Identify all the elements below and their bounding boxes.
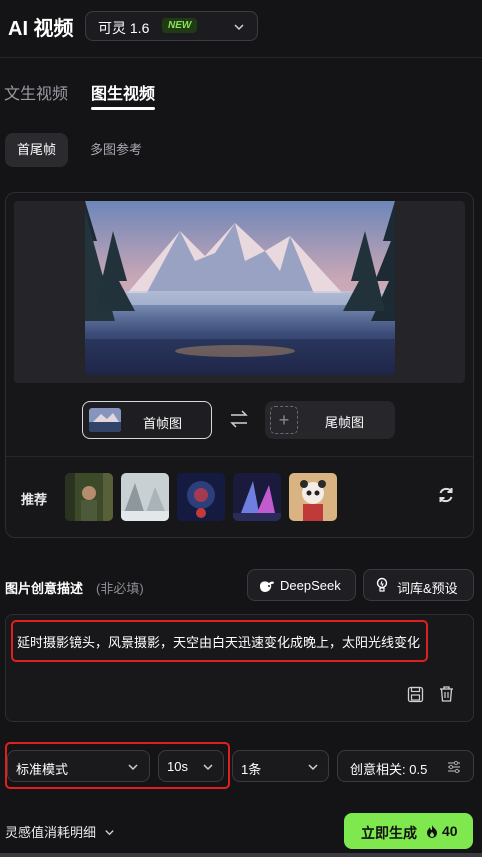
first-frame-label: 首帧图 <box>143 416 183 431</box>
chevron-down-icon <box>104 830 114 836</box>
prompt-text: 延时摄影镜头，风景摄影，天空由白天迅速变化成晚上，太阳光线变化 <box>17 635 421 650</box>
duration-select[interactable]: 10s <box>158 750 224 782</box>
duration-value: 10s <box>167 759 188 774</box>
library-presets-button[interactable]: 词库&预设 <box>363 569 474 601</box>
flame-icon <box>427 825 437 838</box>
generate-button[interactable]: 立即生成 40 <box>344 813 473 849</box>
last-frame-button[interactable]: + 尾帧图 <box>265 401 395 439</box>
tab-image-to-video[interactable]: 图生视频 <box>91 80 155 104</box>
deepseek-label: DeepSeek <box>280 578 341 593</box>
active-tab-indicator <box>91 107 155 110</box>
model-name: 可灵 1.6 <box>98 20 150 36</box>
first-frame-thumbnail <box>89 408 121 432</box>
recommend-thumb-2[interactable] <box>121 473 169 521</box>
count-select[interactable]: 1条 <box>232 750 329 782</box>
mode-value: 标准模式 <box>16 762 69 777</box>
deepseek-whale-icon <box>260 581 274 592</box>
first-frame-button[interactable]: 首帧图 <box>82 401 212 439</box>
description-label: 图片创意描述 <box>5 581 84 596</box>
cost-details-toggle[interactable]: 灵感值消耗明细 <box>5 822 115 841</box>
bottom-edge <box>0 853 482 857</box>
subtab-multi-image[interactable]: 多图参考 <box>78 133 154 167</box>
generate-cost: 40 <box>442 823 458 839</box>
library-presets-label: 词库&预设 <box>397 581 458 596</box>
mode-select[interactable]: 标准模式 <box>7 750 150 782</box>
save-icon[interactable] <box>407 686 424 703</box>
chevron-down-icon <box>234 24 244 31</box>
page-title: AI 视频 <box>8 18 74 40</box>
refresh-icon[interactable] <box>436 485 456 505</box>
chevron-down-icon <box>128 764 138 771</box>
relevance-value: 创意相关: 0.5 <box>350 762 428 777</box>
cost-details-label: 灵感值消耗明细 <box>5 825 97 840</box>
deepseek-button[interactable]: DeepSeek <box>247 569 356 601</box>
description-optional-hint: (非必填) <box>96 581 144 596</box>
preview-image[interactable] <box>85 201 395 375</box>
plus-icon: + <box>270 406 298 434</box>
model-select[interactable]: 可灵 1.6 NEW <box>85 11 258 41</box>
lightbulb-icon <box>376 577 388 592</box>
new-badge: NEW <box>162 18 198 33</box>
recommend-label: 推荐 <box>21 492 48 507</box>
mountain-lake-image <box>85 201 395 375</box>
recommend-thumb-4[interactable] <box>233 473 281 521</box>
recommend-thumb-1[interactable] <box>65 473 113 521</box>
panel-divider <box>6 456 473 457</box>
generate-label: 立即生成 <box>361 825 417 841</box>
last-frame-label: 尾帧图 <box>325 415 365 430</box>
tab-text-to-video[interactable]: 文生视频 <box>4 80 68 104</box>
recommend-thumb-5[interactable] <box>289 473 337 521</box>
subtab-first-last-frame[interactable]: 首尾帧 <box>5 133 69 167</box>
recommend-thumb-3[interactable] <box>177 473 225 521</box>
header-divider <box>0 57 482 58</box>
sliders-icon <box>448 760 460 774</box>
swap-icon[interactable] <box>228 408 250 430</box>
count-value: 1条 <box>241 762 262 777</box>
trash-icon[interactable] <box>438 685 455 703</box>
chevron-down-icon <box>308 764 318 771</box>
chevron-down-icon <box>203 764 213 771</box>
relevance-setting[interactable]: 创意相关: 0.5 <box>337 750 474 782</box>
